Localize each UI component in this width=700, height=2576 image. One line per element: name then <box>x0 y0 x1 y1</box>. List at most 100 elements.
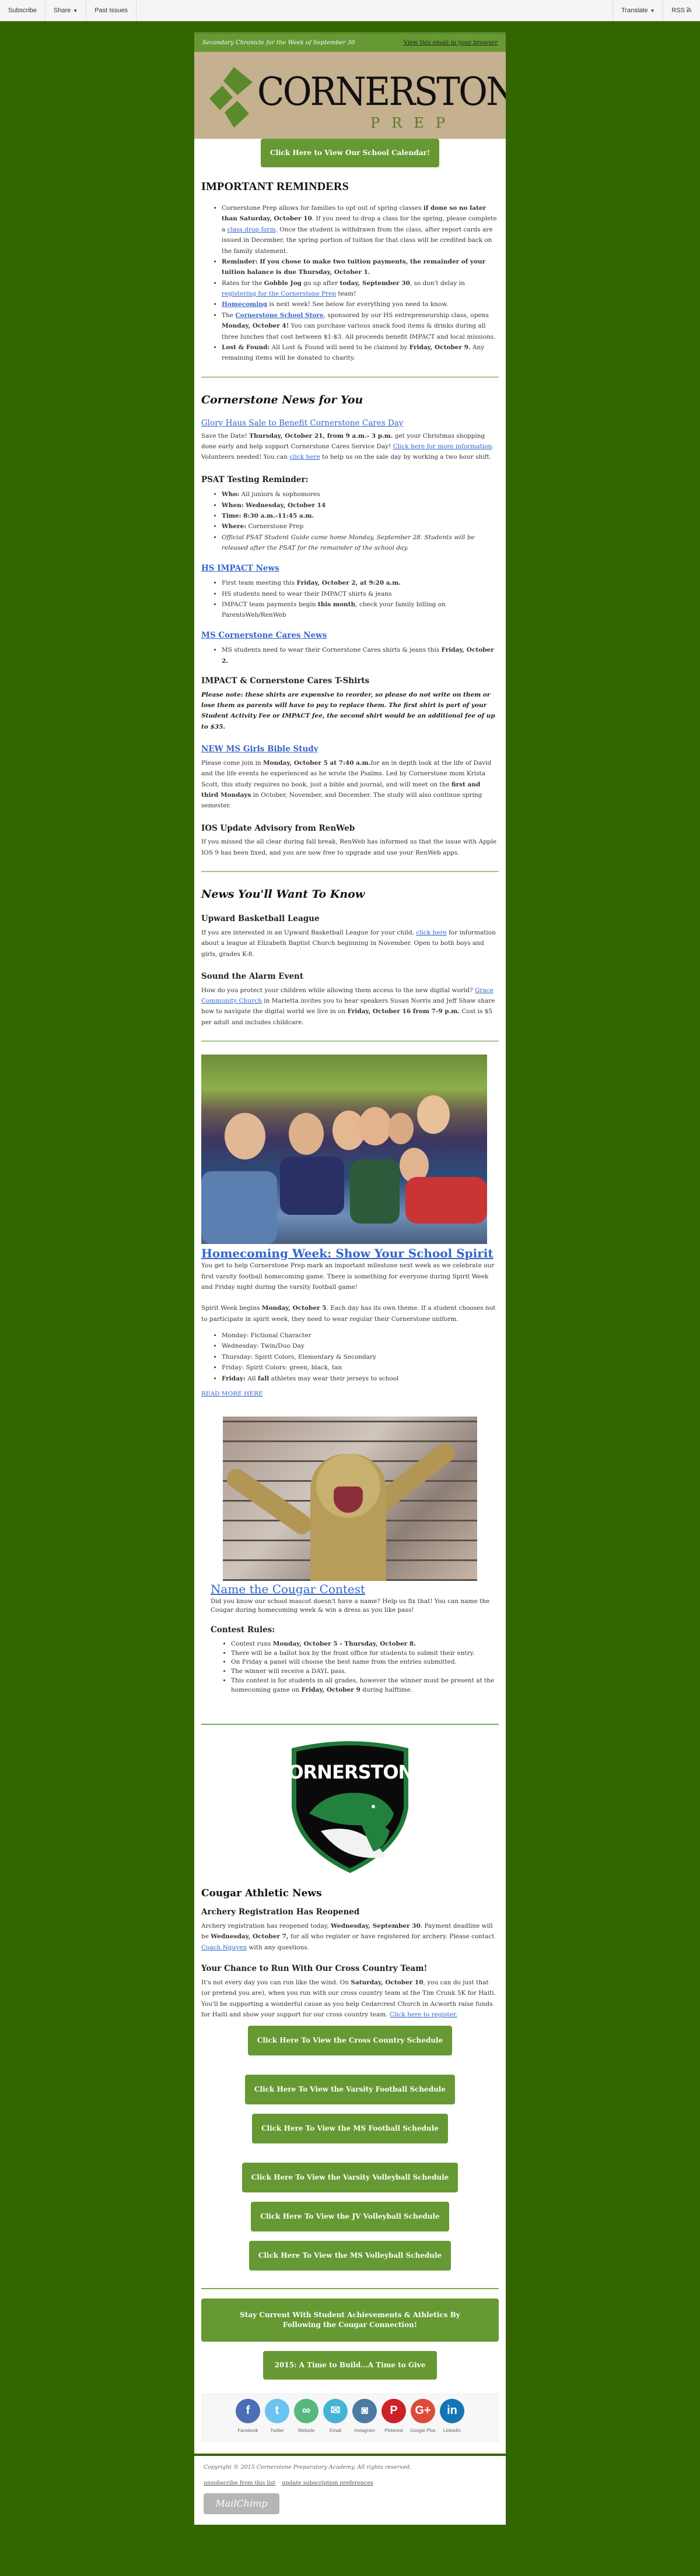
section-divider <box>201 1041 499 1042</box>
past-issues-button[interactable]: Past Issues <box>86 0 137 21</box>
contest-rules-list: Contest runs Monday, October 5 - Thursda… <box>211 1640 499 1695</box>
psat-item: Official PSAT Student Guide came home Mo… <box>222 532 499 554</box>
ms-cares-link[interactable]: MS Cornerstone Cares News <box>201 631 327 640</box>
jv-volleyball-schedule-button[interactable]: Click Here To View the JV Volleyball Sch… <box>251 2202 449 2232</box>
hs-impact-link[interactable]: HS IMPACT News <box>201 564 279 573</box>
cross-country-title: Your Chance to Run With Our Cross Countr… <box>201 1964 428 1974</box>
ms-cares-list: MS students need to wear their Cornersto… <box>201 645 499 666</box>
toolbar-left: Subscribe Share ▼ Past Issues <box>0 0 137 21</box>
view-in-browser-link[interactable]: View this email in your browser <box>404 40 498 46</box>
unsubscribe-link[interactable]: unsubscribe from this list <box>204 2480 275 2486</box>
psat-list: Who: All juniors & sophomores When: Wedn… <box>201 489 499 553</box>
contest-rule-item: This contest is for students in all grad… <box>231 1677 499 1695</box>
alarm-text: How do you protect your children while a… <box>201 986 495 1026</box>
news-section-title: Cornerstone News for You <box>201 393 363 406</box>
spirit-day-item: Friday: All fall athletes may wear their… <box>222 1373 499 1384</box>
subscribe-button[interactable]: Subscribe <box>0 0 46 21</box>
mailchimp-badge[interactable]: MailChimp <box>204 2493 279 2514</box>
upward-title: Upward Basketball League <box>201 914 320 924</box>
ms-cares-item: MS students need to wear their Cornersto… <box>222 645 499 666</box>
volunteer-link[interactable]: click here <box>289 454 320 461</box>
homecoming-link[interactable]: Homecoming <box>222 301 267 308</box>
page-bottom-padding <box>194 2525 506 2554</box>
preheader: Secondary Chronicle for the Week of Sept… <box>194 32 506 52</box>
school-calendar-button[interactable]: Click Here to View Our School Calendar! <box>260 139 440 167</box>
contest-rule-item: Contest runs Monday, October 5 - Thursda… <box>231 1640 499 1649</box>
subscribe-label: Subscribe <box>8 7 37 14</box>
shield-wordmark: CORNERSTONE <box>286 1761 414 1783</box>
varsity-football-schedule-button[interactable]: Click Here To View the Varsity Football … <box>244 2075 456 2105</box>
cross-country-register-link[interactable]: Click here to register. <box>390 2011 457 2018</box>
hs-impact-item: HS students need to wear their IMPACT sh… <box>222 589 499 599</box>
ms-volleyball-schedule-button[interactable]: Click Here To View the MS Volleyball Sch… <box>249 2241 452 2271</box>
varsity-volleyball-schedule-button[interactable]: Click Here To View the Varsity Volleybal… <box>242 2163 459 2193</box>
translate-button[interactable]: Translate ▼ <box>612 0 663 21</box>
instagram-icon: ◙ <box>352 2398 377 2423</box>
section-divider <box>201 871 499 872</box>
upward-text: If you are interested in an Upward Baske… <box>201 929 496 958</box>
social-link-twitter[interactable]: t Twitter <box>265 2398 289 2441</box>
contest-rules-title: Contest Rules: <box>211 1625 275 1635</box>
contest-section: Name the Cougar Contest Did you know our… <box>201 1581 499 1695</box>
logo-wordmark: CORNERSTONE <box>257 69 506 114</box>
rss-label: RSS <box>671 7 685 14</box>
bible-study-link[interactable]: NEW MS Girls Bible Study <box>201 744 318 754</box>
pinterest-icon: P <box>382 2398 406 2423</box>
social-link-google-plus[interactable]: G+ Google Plus <box>410 2398 436 2441</box>
translate-label: Translate <box>621 7 648 14</box>
social-link-facebook[interactable]: f Facebook <box>236 2398 260 2441</box>
upward-link[interactable]: click here <box>416 929 446 936</box>
social-link-linkedin[interactable]: in LinkedIn <box>440 2398 464 2441</box>
reminders-list: Cornerstone Prep allows for families to … <box>201 203 499 364</box>
social-link-instagram[interactable]: ◙ Instagram <box>352 2398 377 2441</box>
cougar-connection-button[interactable]: Stay Current With Student Achievements &… <box>201 2299 499 2342</box>
contest-rule-item: The winner will receive a DAYL pass. <box>231 1667 499 1677</box>
name-cougar-contest-link[interactable]: Name the Cougar Contest <box>211 1582 365 1596</box>
athletics-title: Cougar Athletic News <box>201 1887 322 1899</box>
share-button[interactable]: Share ▼ <box>46 0 87 21</box>
contest-text: Did you know our school mascot doesn't h… <box>211 1597 490 1614</box>
copyright-text: Copyright © 2015 Cornerstone Preparatory… <box>204 2463 412 2470</box>
social-link-pinterest[interactable]: P Pinterest <box>382 2398 406 2441</box>
spirit-day-item: Wednesday: Twin/Duo Day <box>222 1341 499 1351</box>
give-cta: 2015: A Time to Build...A Time to Give <box>201 2350 499 2380</box>
reminder-item: Reminder: If you chose to make two tuiti… <box>222 256 499 278</box>
time-to-give-button[interactable]: 2015: A Time to Build...A Time to Give <box>263 2350 437 2380</box>
class-drop-form-link[interactable]: class drop form <box>228 226 276 233</box>
social-link-website[interactable]: ∞ Website <box>294 2398 318 2441</box>
chronicle-title: Secondary Chronicle for the Week of Sept… <box>202 40 355 46</box>
update-preferences-link[interactable]: update subscription preferences <box>282 2480 373 2486</box>
section-divider <box>201 2288 499 2290</box>
gobble-jog-register-link[interactable]: registering for the Cornerstone Prep <box>222 290 336 297</box>
more-info-link[interactable]: Click here for more information <box>393 443 492 450</box>
spirit-days-list: Monday: Fictional Character Wednesday: T… <box>201 1330 499 1384</box>
logo-subtitle: PREP <box>370 115 457 131</box>
spirit-day-item: Friday: Spirit Colors: green, black, tan <box>222 1362 499 1373</box>
ios-text: If you missed the all clear during fall … <box>201 838 497 856</box>
coach-nguyen-link[interactable]: Coach Nguyen <box>201 1944 247 1951</box>
rss-button[interactable]: RSS <box>663 0 700 21</box>
cross-country-schedule-button[interactable]: Click Here To View the Cross Country Sch… <box>247 2026 453 2056</box>
homecoming-link[interactable]: Homecoming Week: Show Your School Spirit <box>201 1246 499 1260</box>
archery-text: Archery registration has reopened today,… <box>201 1923 495 1951</box>
rss-icon <box>687 7 692 14</box>
tshirts-title: IMPACT & Cornerstone Cares T-Shirts <box>201 676 370 686</box>
school-store-link[interactable]: Cornerstone School Store <box>235 312 323 319</box>
read-more-link[interactable]: READ MORE HERE <box>201 1390 263 1397</box>
header-logo: CORNERSTONE PREP <box>194 52 506 139</box>
hs-impact-heading: HS IMPACT News <box>201 562 499 576</box>
social-link-email[interactable]: ✉ Email <box>323 2398 348 2441</box>
cross-country-text: It's not every day you can run like the … <box>201 1978 496 2018</box>
caret-down-icon: ▼ <box>650 8 655 13</box>
section-divider <box>201 376 499 378</box>
schedule-buttons: Click Here To View the Cross Country Sch… <box>201 2026 499 2271</box>
cornerstone-diamond-logo-icon <box>209 67 253 128</box>
reminder-item: Cornerstone Prep allows for families to … <box>222 203 499 256</box>
link-icon: ∞ <box>294 2398 318 2423</box>
ms-football-schedule-button[interactable]: Click Here To View the MS Football Sched… <box>252 2114 448 2144</box>
psat-item: Time: 8:30 a.m.-11:45 a.m. <box>222 511 499 521</box>
social-label: LinkedIn <box>443 2427 461 2433</box>
hs-impact-list: First team meeting this Friday, October … <box>201 578 499 621</box>
hs-impact-item: IMPACT team payments begin this month, c… <box>222 599 499 621</box>
glory-haus-link[interactable]: Glory Haus Sale to Benefit Cornerstone C… <box>201 419 403 428</box>
